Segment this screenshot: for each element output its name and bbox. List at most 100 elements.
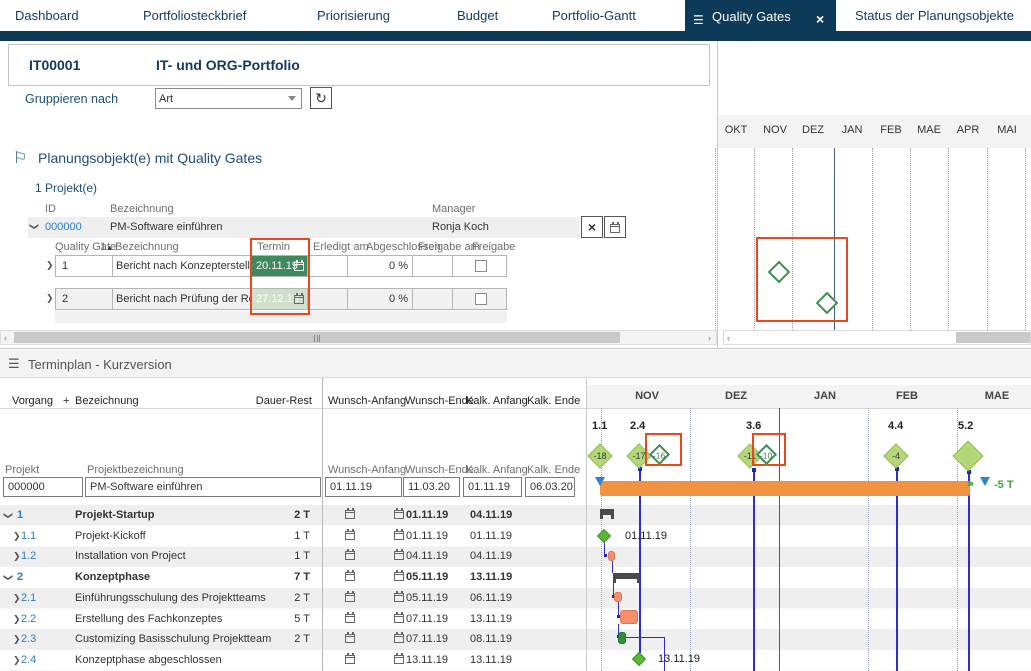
close-tab-icon[interactable]: × (816, 11, 824, 27)
milestone-date-label: 13.11.19 (658, 653, 700, 665)
task-expand-icon[interactable]: ❯ (13, 593, 21, 604)
minigantt-horizontal-scrollbar[interactable]: ‹ (723, 330, 1031, 345)
tab-dashboard[interactable]: Dashboard (15, 8, 79, 23)
calendar-icon[interactable] (394, 655, 404, 664)
tab-priorisierung[interactable]: Priorisierung (317, 8, 390, 23)
row-expand-icon[interactable]: ❯ (46, 293, 54, 304)
calendar-icon[interactable] (394, 593, 404, 602)
calendar-icon[interactable] (394, 531, 404, 540)
calendar-icon[interactable] (345, 572, 355, 581)
task-expand-icon[interactable]: ❯ (2, 512, 13, 520)
gantt-splitter[interactable] (586, 378, 587, 671)
calendar-icon[interactable] (394, 572, 404, 581)
menu-icon[interactable]: ☰ (693, 13, 704, 27)
task-number[interactable]: 1.2 (21, 550, 36, 562)
task-name[interactable]: Einführungsschulung des Projektteams (75, 592, 266, 604)
col-id: ID (45, 203, 56, 215)
scroll-right-icon: › (708, 333, 711, 343)
calendar-icon[interactable] (394, 510, 404, 519)
freigabe-checkbox[interactable] (475, 293, 487, 305)
task-name[interactable]: Konzeptphase abgeschlossen (75, 654, 222, 666)
calendar-icon[interactable] (345, 614, 355, 623)
task-number[interactable]: 2.1 (21, 592, 36, 604)
project-manager: Ronja Koch (432, 221, 489, 233)
freigabe-checkbox[interactable] (475, 260, 487, 272)
task-name[interactable]: Customizing Basisschulung Projektteam (75, 633, 271, 645)
task-expand-icon[interactable]: ❯ (13, 551, 21, 562)
scroll-left-icon: ‹ (4, 333, 7, 343)
calendar-icon[interactable] (345, 551, 355, 560)
milestone-diamond[interactable]: -4 (883, 443, 908, 468)
gate-freigabe-am-cell[interactable] (412, 288, 453, 310)
task-number[interactable]: 2.3 (21, 633, 36, 645)
col-task-bezeichnung[interactable]: Bezeichnung (75, 395, 139, 407)
calendar-icon[interactable] (345, 510, 355, 519)
menu-icon[interactable]: ☰ (8, 356, 20, 372)
task-bar-2-1[interactable] (614, 592, 622, 602)
col-kalk-anfang[interactable]: Kalk. Anfang (466, 395, 528, 407)
gate-freigabe-am-cell[interactable] (412, 255, 453, 277)
calendar-icon[interactable] (394, 551, 404, 560)
task-bar-1-2[interactable] (608, 551, 615, 561)
summary-bar[interactable] (613, 573, 640, 579)
gate-erledigt-cell[interactable] (307, 255, 348, 277)
task-number[interactable]: 2.2 (21, 613, 36, 625)
task-expand-icon[interactable]: ❯ (13, 634, 21, 645)
panel-divider (717, 41, 718, 348)
gate-erledigt-cell[interactable] (307, 288, 348, 310)
task-name[interactable]: Projekt-Kickoff (75, 530, 146, 542)
task-kalk-ende: 04.11.19 (470, 509, 512, 521)
col-kalk-ende[interactable]: Kalk. Ende (527, 395, 580, 407)
task-name[interactable]: Konzeptphase (75, 571, 150, 583)
wunsch-anfang-input[interactable]: 01.11.19 (325, 477, 402, 497)
calendar-icon[interactable] (394, 634, 404, 643)
wunsch-ende-input[interactable]: 11.03.20 (403, 477, 460, 497)
col-wunsch-anfang[interactable]: Wunsch-Anfang (328, 395, 406, 407)
task-expand-icon[interactable]: ❯ (13, 614, 21, 625)
add-task-icon[interactable]: + (63, 395, 69, 407)
groupby-select[interactable]: Art (155, 88, 302, 109)
calendar-icon[interactable] (345, 634, 355, 643)
calendar-icon[interactable] (345, 655, 355, 664)
tab-portfoliosteckbrief[interactable]: Portfoliosteckbrief (143, 8, 246, 23)
project-id-link[interactable]: 000000 (45, 221, 82, 233)
calendar-icon[interactable] (345, 593, 355, 602)
project-row[interactable]: ❯ 000000 PM-Software einführen Ronja Koc… (28, 217, 580, 238)
month-gridline (690, 408, 691, 671)
minigantt-month-header: OKTNOVDEZJANFEBMAEAPRMAI (718, 115, 1031, 148)
project-id-input[interactable]: 000000 (3, 477, 83, 497)
task-name[interactable]: Projekt-Startup (75, 509, 154, 521)
calendar-button[interactable] (604, 216, 626, 238)
calendar-icon[interactable] (345, 531, 355, 540)
milestone-diamond[interactable]: -18 (587, 443, 612, 468)
task-name[interactable]: Installation von Project (75, 550, 186, 562)
col-vorgang[interactable]: Vorgang (12, 395, 53, 407)
tab-budget[interactable]: Budget (457, 8, 498, 23)
col-sort[interactable]: 1▲ (100, 241, 113, 253)
task-expand-icon[interactable]: ❯ (2, 574, 13, 582)
task-number[interactable]: 2.4 (21, 654, 36, 666)
row-expand-icon[interactable]: ❯ (46, 260, 54, 271)
refresh-icon[interactable]: ↻ (310, 87, 332, 109)
expand-chevron-icon[interactable]: ❯ (28, 223, 39, 231)
task-number[interactable]: 1 (17, 509, 23, 521)
task-bar-2-2[interactable] (620, 610, 638, 624)
task-number[interactable]: 2 (17, 571, 23, 583)
task-number[interactable]: 1.1 (21, 530, 36, 542)
col-wunsch-ende[interactable]: Wunsch-Ende (405, 395, 474, 407)
delete-icon[interactable]: × (581, 216, 603, 238)
task-expand-icon[interactable]: ❯ (13, 531, 21, 542)
kalk-anfang-input[interactable]: 01.11.19 (463, 477, 522, 497)
tab-status-der-planungsobjekte[interactable]: Status der Planungsobjekte (855, 8, 1014, 23)
kalk-ende-input[interactable]: 06.03.20 (525, 477, 575, 497)
qg-horizontal-scrollbar[interactable]: ‹ › (0, 330, 717, 345)
col-dauer-rest[interactable]: Dauer-Rest (252, 395, 312, 407)
task-name[interactable]: Erstellung des Fachkonzeptes (75, 613, 222, 625)
project-summary-bar[interactable] (600, 481, 970, 496)
tab-portfolio-gantt[interactable]: Portfolio-Gantt (552, 8, 636, 23)
task-expand-icon[interactable]: ❯ (13, 655, 21, 666)
project-name-input[interactable]: PM-Software einführen (85, 477, 321, 497)
grid-splitter[interactable] (322, 378, 323, 671)
calendar-icon[interactable] (394, 614, 404, 623)
task-bar-2-3[interactable] (618, 632, 626, 644)
